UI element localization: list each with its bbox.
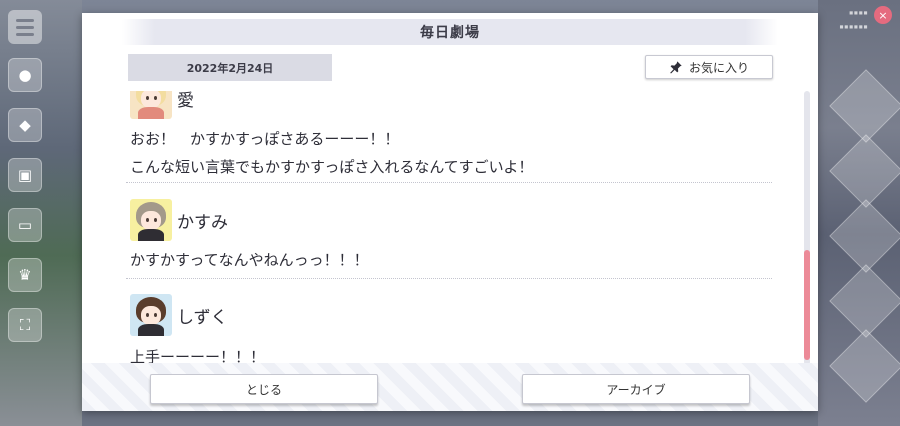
speaker: しずく (130, 294, 228, 336)
scrollbar-thumb[interactable] (804, 250, 810, 360)
speaker-name: かすみ (177, 212, 228, 233)
favorite-label: お気に入り (688, 60, 749, 75)
avatar (130, 199, 172, 241)
close-button[interactable]: とじる (150, 374, 378, 404)
hamburger-icon (16, 18, 34, 22)
favorite-button[interactable]: お気に入り (645, 55, 773, 79)
list-item: かすみ かすかすってなんやねんっっ！！！ (126, 183, 772, 279)
speaker-name: しずく (177, 307, 228, 328)
avatar (130, 91, 172, 119)
pin-icon (670, 61, 682, 74)
event-icon[interactable]: ◆ (8, 108, 42, 142)
message-line: こんな短い言葉でもかすかすっぽさ入れるなんてすごいよ！ (130, 158, 534, 176)
scrollbar[interactable] (804, 91, 810, 365)
trophy-icon[interactable]: ♛ (8, 258, 42, 292)
list-item: 愛 おお！ かすかすっぽさあるーーー！！ こんな短い言葉でもかすかすっぽさ入れる… (126, 91, 772, 183)
speaker-name: 愛 (177, 91, 194, 111)
message-line: かすかすってなんやねんっっ！！！ (130, 251, 369, 269)
archive-button[interactable]: アーカイブ (522, 374, 750, 404)
message-list[interactable]: 愛 おお！ かすかすっぽさあるーーー！！ こんな短い言葉でもかすかすっぽさ入れる… (126, 91, 772, 373)
date-label: 2022年2月24日 (128, 54, 332, 81)
gift-icon[interactable]: ▣ (8, 158, 42, 192)
chat-icon[interactable]: ● (8, 58, 42, 92)
menu-button[interactable] (8, 10, 42, 44)
list-item: しずく 上手ーーーー！！！ (126, 279, 772, 373)
dialog-title: 毎日劇場 (420, 25, 480, 41)
top-info-line: ▪▪▪▪ (848, 8, 868, 17)
speaker: かすみ (130, 199, 228, 241)
speaker: 愛 (130, 91, 194, 119)
avatar (130, 294, 172, 336)
top-info-line: ▪▪▪▪▪▪ (839, 22, 868, 31)
screen-icon[interactable]: ▭ (8, 208, 42, 242)
daily-theater-dialog: 毎日劇場 2022年2月24日 お気に入り 愛 おお！ かすかすっぽさあるーーー… (82, 13, 818, 411)
message-line: おお！ かすかすっぽさあるーーー！！ (130, 130, 400, 148)
close-icon[interactable]: × (874, 6, 892, 24)
fullscreen-icon[interactable]: ⛶ (8, 308, 42, 342)
